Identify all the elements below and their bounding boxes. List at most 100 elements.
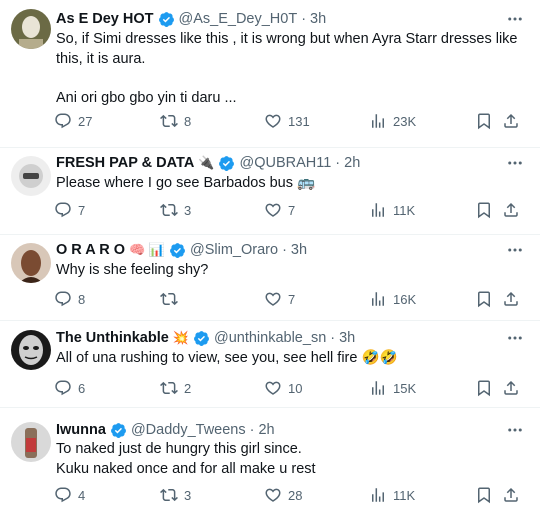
like-button[interactable]: 10: [264, 377, 302, 399]
retweet-button[interactable]: 3: [160, 484, 191, 506]
separator-dot: ·: [301, 11, 307, 27]
reply-icon: [55, 202, 71, 218]
retweet-icon: [160, 488, 178, 502]
more-options-icon[interactable]: [504, 328, 526, 348]
tweet-time[interactable]: 2h: [258, 422, 274, 438]
tweet-text-line: this, it is aura.: [56, 50, 146, 67]
like-button[interactable]: 28: [264, 484, 302, 506]
author-name[interactable]: O R A R O: [56, 242, 125, 258]
tweet[interactable]: The Unthinkable 💥 @unthinkable_sn · 3h A…: [0, 321, 540, 408]
author-handle[interactable]: @unthinkable_sn: [214, 330, 326, 346]
views-button[interactable]: 11K: [369, 199, 415, 221]
more-options-icon[interactable]: [504, 240, 526, 260]
heart-icon: [265, 114, 281, 128]
retweet-button[interactable]: 8: [160, 110, 191, 132]
verified-badge-icon: [193, 330, 210, 347]
tweet[interactable]: Iwunna @Daddy_Tweens · 2h To naked just …: [0, 408, 540, 519]
separator-dot: ·: [282, 242, 287, 258]
like-button[interactable]: 7: [264, 288, 295, 310]
author-name[interactable]: As E Dey HOT: [56, 11, 154, 27]
views-button[interactable]: 23K: [369, 110, 416, 132]
views-chart-icon: [372, 203, 384, 217]
bookmark-icon: [478, 487, 490, 504]
views-button[interactable]: 11K: [369, 484, 415, 506]
avatar[interactable]: [11, 422, 51, 462]
bookmark-icon: [478, 380, 490, 397]
separator-dot: ·: [249, 422, 255, 438]
author-name[interactable]: FRESH PAP & DATA: [56, 155, 194, 171]
retweet-button[interactable]: 2: [160, 377, 191, 399]
retweet-button[interactable]: 3: [160, 199, 191, 221]
tweet-time[interactable]: 3h: [310, 11, 326, 27]
reply-icon: [55, 380, 71, 396]
views-button[interactable]: 15K: [369, 377, 416, 399]
more-options-icon[interactable]: [504, 153, 526, 173]
bookmark-button[interactable]: [475, 199, 493, 221]
bookmark-button[interactable]: [475, 110, 493, 132]
separator-dot: ·: [330, 330, 336, 346]
like-button[interactable]: 7: [264, 199, 295, 221]
share-button[interactable]: [502, 484, 520, 506]
retweet-button[interactable]: [160, 288, 184, 310]
separator-dot: ·: [335, 155, 341, 171]
tweet-text-line: Please where I go see Barbados bus 🚌: [56, 175, 316, 191]
share-button[interactable]: [502, 199, 520, 221]
views-chart-icon: [372, 114, 384, 128]
like-count: 10: [288, 380, 303, 396]
share-button[interactable]: [502, 110, 520, 132]
avatar-image: [11, 156, 51, 196]
tweet[interactable]: FRESH PAP & DATA 🔌 @QUBRAH11 · 2h Please…: [0, 148, 540, 235]
tweet-time[interactable]: 2h: [344, 155, 360, 171]
avatar[interactable]: [11, 243, 51, 283]
more-options-icon[interactable]: [504, 420, 526, 440]
avatar[interactable]: [11, 9, 51, 49]
retweet-icon: [160, 381, 178, 395]
reply-button[interactable]: 6: [54, 377, 85, 399]
share-button[interactable]: [502, 288, 520, 310]
views-count: 15K: [393, 380, 417, 396]
retweet-icon: [160, 292, 178, 306]
reply-icon: [55, 113, 71, 129]
bookmark-button[interactable]: [475, 484, 493, 506]
reply-button[interactable]: 8: [54, 288, 85, 310]
more-options-icon[interactable]: [504, 9, 526, 29]
author-handle[interactable]: @QUBRAH11: [239, 155, 331, 171]
verified-badge-icon: [218, 155, 235, 172]
avatar[interactable]: [11, 330, 51, 370]
author-handle[interactable]: @Daddy_Tweens: [131, 422, 246, 438]
retweet-count: 2: [184, 380, 192, 396]
author-name[interactable]: Iwunna: [56, 422, 106, 438]
tweet-text-line: Why is she feeling shy?: [56, 262, 209, 278]
author-handle[interactable]: @Slim_Oraro: [190, 242, 278, 258]
share-button[interactable]: [502, 377, 520, 399]
tweet-text: So, if Simi dresses like this , it is wr…: [56, 30, 524, 108]
retweet-count: 3: [184, 487, 192, 503]
reply-count: 6: [78, 380, 86, 396]
share-icon: [504, 202, 518, 217]
avatar[interactable]: [11, 156, 51, 196]
views-count: 11K: [393, 487, 416, 503]
bookmark-button[interactable]: [475, 377, 493, 399]
reply-button[interactable]: 4: [54, 484, 85, 506]
name-emoji: 🧠 📊: [129, 242, 166, 257]
views-button[interactable]: 16K: [369, 288, 416, 310]
heart-icon: [265, 292, 281, 306]
tweet-time[interactable]: 3h: [291, 242, 307, 258]
tweet[interactable]: As E Dey HOT @As_E_Dey_H0T · 3h So, if S…: [0, 0, 540, 148]
views-chart-icon: [372, 292, 384, 306]
bookmark-button[interactable]: [475, 288, 493, 310]
reply-button[interactable]: 27: [54, 110, 92, 132]
like-count: 7: [288, 291, 296, 307]
retweet-count: 8: [184, 113, 192, 129]
views-count: 11K: [393, 202, 416, 218]
author-name[interactable]: The Unthinkable: [56, 330, 169, 346]
author-handle[interactable]: @As_E_Dey_H0T: [179, 11, 298, 27]
tweet-text-line: All of una rushing to view, see you, see…: [56, 350, 398, 366]
tweet[interactable]: O R A R O 🧠 📊 @Slim_Oraro · 3h Why is sh…: [0, 235, 540, 321]
tweet-text-line: Kuku naked once and for all make u rest: [56, 460, 316, 477]
reply-button[interactable]: 7: [54, 199, 85, 221]
tweet-time[interactable]: 3h: [339, 330, 355, 346]
like-button[interactable]: 131: [264, 110, 310, 132]
avatar-image: [11, 422, 51, 462]
heart-icon: [265, 381, 281, 395]
